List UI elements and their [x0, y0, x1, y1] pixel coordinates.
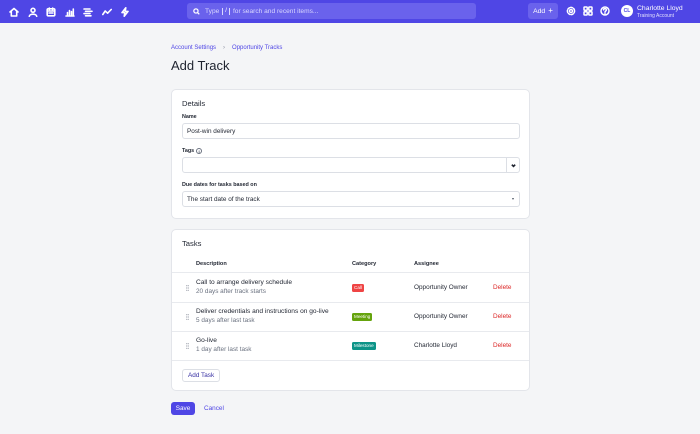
account-name: Training Account: [637, 13, 675, 19]
details-card: Details Name Post-win delivery Tags i Du…: [171, 89, 530, 219]
info-icon[interactable]: i: [196, 148, 203, 154]
due-dates-label: Due dates for tasks based on: [182, 182, 257, 188]
add-task-button[interactable]: Add Task: [182, 369, 221, 382]
chevron-right-icon: ›: [223, 45, 226, 51]
tasks-title: Tasks: [182, 239, 202, 248]
column-header-description: Description: [196, 261, 227, 267]
column-header-assignee: Assignee: [414, 261, 439, 267]
drag-handle-icon[interactable]: [186, 314, 189, 320]
task-title: Call to arrange delivery schedule: [196, 279, 293, 286]
help-icon[interactable]: [600, 6, 610, 16]
tags-input[interactable]: [182, 157, 520, 173]
save-button[interactable]: Save: [171, 402, 195, 415]
avatar[interactable]: CL: [621, 5, 633, 17]
add-button[interactable]: Add +: [528, 3, 558, 19]
lightning-icon[interactable]: [120, 6, 130, 17]
task-due: 5 days after last task: [196, 317, 255, 324]
user-name: Charlotte Lloyd: [637, 5, 683, 12]
chart-bar-icon[interactable]: [64, 7, 75, 17]
user-icon[interactable]: [28, 6, 38, 17]
category-badge: Call: [352, 284, 364, 292]
task-due: 1 day after last task: [196, 346, 252, 353]
drag-handle-icon[interactable]: [186, 285, 189, 291]
add-button-label: Add: [533, 7, 546, 15]
table-row: Go-live 1 day after last task Milestone …: [172, 331, 529, 360]
settings-icon[interactable]: [566, 6, 576, 16]
search-icon: [193, 7, 200, 15]
top-navigation-bar: Type / for search and recent items... Ad…: [0, 0, 700, 23]
plus-icon: +: [548, 6, 553, 15]
column-header-category: Category: [352, 261, 377, 267]
list-icon[interactable]: [83, 7, 93, 17]
table-row: Call to arrange delivery schedule 20 day…: [172, 273, 529, 302]
breadcrumb-account-settings[interactable]: Account Settings: [171, 45, 216, 51]
select-caret-icon: ▾: [511, 196, 514, 201]
task-due: 20 days after track starts: [196, 288, 266, 295]
category-badge: Meeting: [352, 313, 373, 321]
task-assignee: Opportunity Owner: [414, 284, 468, 291]
user-menu[interactable]: Charlotte Lloyd Training Account: [637, 5, 683, 19]
drag-handle-icon[interactable]: [186, 343, 189, 349]
apps-grid-icon[interactable]: [583, 6, 593, 16]
tags-label: Tags: [182, 148, 195, 154]
search-shortcut-key: /: [222, 7, 230, 15]
nav-icon-group: [9, 6, 139, 17]
name-input[interactable]: Post-win delivery: [182, 123, 520, 139]
calendar-icon[interactable]: [46, 6, 56, 17]
due-dates-select[interactable]: The start date of the track ▾: [182, 191, 520, 207]
task-assignee: Opportunity Owner: [414, 313, 468, 320]
breadcrumb: Account Settings › Opportunity Tracks: [171, 45, 282, 51]
category-badge: Milestone: [352, 342, 376, 350]
delete-task-button[interactable]: Delete: [493, 313, 511, 321]
task-title: Deliver credentials and instructions on …: [196, 308, 329, 315]
tags-label-group: Tags i: [182, 148, 203, 154]
delete-task-button[interactable]: Delete: [493, 342, 511, 350]
trend-line-icon[interactable]: [101, 7, 112, 17]
home-icon[interactable]: [9, 7, 19, 17]
chevron-down-icon[interactable]: [506, 158, 519, 172]
table-row: Deliver credentials and instructions on …: [172, 302, 529, 331]
due-dates-value: The start date of the track: [187, 195, 260, 203]
search-placeholder-suffix: for search and recent items...: [232, 7, 319, 15]
breadcrumb-opportunity-tracks[interactable]: Opportunity Tracks: [232, 45, 282, 51]
tasks-card: Tasks Description Category Assignee Call…: [171, 229, 530, 391]
table-divider: [172, 360, 529, 361]
task-title: Go-live: [196, 337, 217, 344]
delete-task-button[interactable]: Delete: [493, 284, 511, 292]
name-label: Name: [182, 114, 197, 120]
task-assignee: Charlotte Lloyd: [414, 342, 457, 349]
search-input[interactable]: Type / for search and recent items...: [187, 3, 476, 19]
page-title: Add Track: [171, 58, 230, 73]
details-title: Details: [182, 99, 206, 108]
search-placeholder-prefix: Type: [205, 7, 220, 15]
cancel-button[interactable]: Cancel: [204, 402, 224, 415]
